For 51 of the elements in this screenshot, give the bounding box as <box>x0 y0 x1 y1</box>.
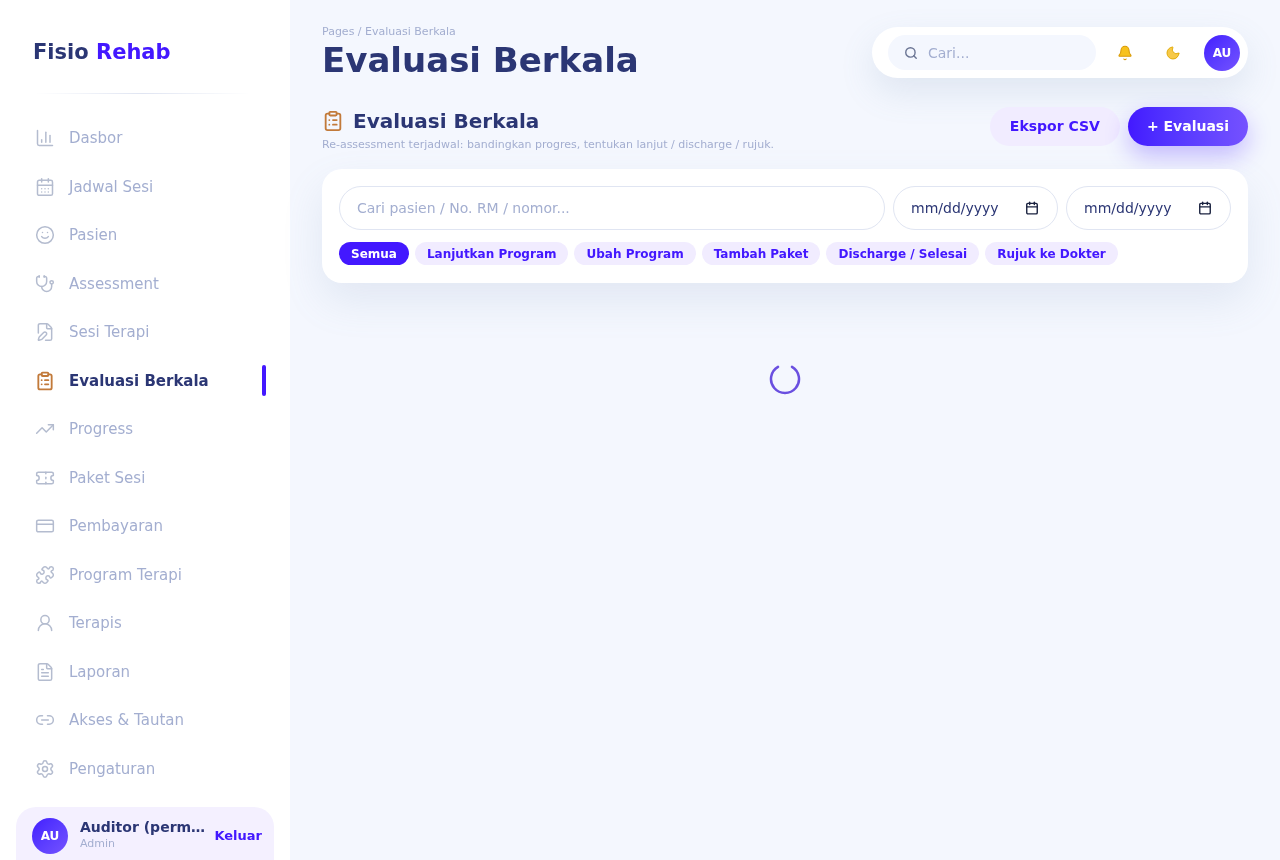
nav-item[interactable]: Sesi Terapi <box>35 322 150 343</box>
stethoscope-icon <box>35 273 55 294</box>
user-name: Auditor (perm… <box>80 818 206 836</box>
nav-item[interactable]: Dasbor <box>35 128 123 149</box>
nav-item[interactable]: Pembayaran <box>35 516 163 537</box>
section-subtitle: Re-assessment terjadwal: bandingkan progres, tentukan lanjut / discharge / rujuk. <box>322 137 774 153</box>
export-button[interactable]: Ekspor CSV <box>989 107 1120 146</box>
filter-chip[interactable]: Tambah Paket <box>701 242 821 265</box>
brand-logo: Fisio Rehab <box>33 39 171 66</box>
search-field[interactable]: Cari... <box>888 35 1096 70</box>
nav-item[interactable]: Progress <box>35 419 133 440</box>
filter-chip[interactable]: Lanjutkan Program <box>414 242 569 265</box>
settings-icon <box>35 758 55 779</box>
person-icon <box>35 613 55 634</box>
nav-item[interactable]: Evaluasi Berkala <box>35 370 209 391</box>
nav-item[interactable]: Akses & Tautan <box>35 710 184 731</box>
add-evaluation-button[interactable]: + Evaluasi <box>1127 107 1248 146</box>
nav-item[interactable]: Jadwal Sesi <box>35 176 154 197</box>
document-icon <box>35 661 55 682</box>
nav-item[interactable]: Pengaturan <box>35 758 156 779</box>
filter-chip[interactable]: Discharge / Selesai <box>826 242 980 265</box>
clipboard-icon <box>322 110 344 132</box>
pen-document-icon <box>35 322 55 343</box>
date-field[interactable]: mm/dd/yyyy <box>893 186 1058 230</box>
user-role: Admin <box>80 836 116 851</box>
filter-chip[interactable]: Rujuk ke Dokter <box>985 242 1118 265</box>
nav-item[interactable]: Program Terapi <box>35 564 182 585</box>
nav-item[interactable]: Terapis <box>35 613 122 634</box>
search-icon <box>904 45 918 60</box>
date-field[interactable]: mm/dd/yyyy <box>1066 186 1231 230</box>
clipboard-icon <box>35 370 55 391</box>
puzzle-icon <box>35 564 55 585</box>
calendar-icon <box>35 176 55 197</box>
filter-chip[interactable]: Semua <box>339 242 409 265</box>
search-field[interactable]: Cari pasien / No. RM / nomor... <box>339 186 885 230</box>
active-indicator <box>262 365 266 397</box>
user-avatar: AU <box>32 818 68 854</box>
nav-item[interactable]: Laporan <box>35 661 131 682</box>
logout-link[interactable]: Keluar <box>214 827 262 845</box>
breadcrumb: Pages / Evaluasi Berkala <box>322 24 456 40</box>
page-title: Evaluasi Berkala <box>322 40 639 80</box>
calendar-icon[interactable] <box>1198 201 1212 215</box>
filter-chip[interactable]: Ubah Program <box>574 242 696 265</box>
section-title: Evaluasi Berkala <box>353 108 540 135</box>
nav-item[interactable]: Assessment <box>35 273 159 294</box>
chart-icon <box>35 128 55 149</box>
user-avatar[interactable]: AU <box>1204 34 1240 71</box>
nav-item[interactable]: Pasien <box>35 225 118 246</box>
calendar-icon[interactable] <box>1025 201 1039 215</box>
face-icon <box>35 225 55 246</box>
nav-item[interactable]: Paket Sesi <box>35 467 146 488</box>
